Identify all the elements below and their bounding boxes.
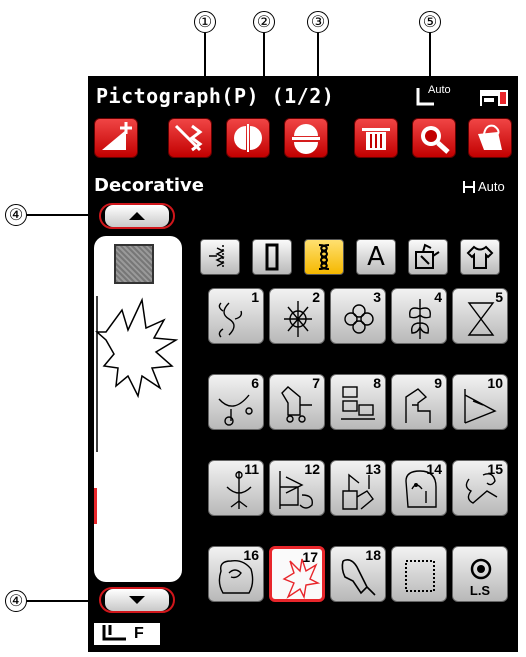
pattern-number: 14 <box>426 461 442 477</box>
pattern-label: L.S <box>469 583 491 598</box>
delete-button[interactable] <box>354 118 398 158</box>
presser-foot-letter: F <box>134 625 144 642</box>
pattern-button[interactable]: 1 <box>208 288 264 344</box>
pattern-number: 10 <box>487 375 503 391</box>
personal-memory-button[interactable] <box>468 118 512 158</box>
pattern-button[interactable]: 8 <box>330 374 386 430</box>
mirror-vertical-icon <box>174 124 203 152</box>
tab-satin[interactable] <box>252 239 292 275</box>
callout-4-top: ④ <box>5 204 27 226</box>
pattern-number: 4 <box>434 289 442 305</box>
zoom-icon <box>421 126 450 154</box>
pattern-number: 15 <box>487 461 503 477</box>
stitch-pattern-icon <box>282 558 321 600</box>
pattern-button[interactable] <box>391 546 447 602</box>
satin-icon <box>265 243 279 271</box>
pattern-number: 6 <box>251 375 259 391</box>
pattern-button[interactable]: 14 <box>391 460 447 516</box>
presser-foot-auto-icon: Auto <box>414 84 484 110</box>
tab-quilt[interactable] <box>408 239 448 275</box>
presser-foot-icon <box>102 625 126 641</box>
pattern-button[interactable]: 17 <box>269 546 325 602</box>
pattern-button[interactable]: 18 <box>330 546 386 602</box>
zoom-button[interactable] <box>412 118 456 158</box>
header-auto-label: Auto <box>428 84 451 96</box>
tab-letters[interactable]: A <box>356 239 396 275</box>
mirror-vertical-button[interactable] <box>168 118 212 158</box>
screen-title: Pictograph(P) (1/2) <box>96 84 335 108</box>
letters-icon: A <box>367 242 385 272</box>
pattern-number: 5 <box>495 289 503 305</box>
tab-decorative[interactable] <box>304 239 344 275</box>
callout-1: ① <box>194 11 216 33</box>
scroll-down-button[interactable] <box>105 589 169 611</box>
decorative-icon <box>318 244 330 270</box>
pattern-number: 9 <box>434 375 442 391</box>
pattern-button[interactable]: 5 <box>452 288 508 344</box>
pattern-number: 1 <box>251 289 259 305</box>
pattern-button[interactable]: 4 <box>391 288 447 344</box>
pattern-number: 17 <box>302 549 318 565</box>
callout-3: ③ <box>307 11 329 33</box>
pattern-number: 18 <box>365 547 381 563</box>
pattern-number: 13 <box>365 461 381 477</box>
arrow-down-icon <box>129 596 145 604</box>
callout-4-bottom: ④ <box>5 590 27 612</box>
pattern-number: 12 <box>304 461 320 477</box>
pattern-button[interactable]: 11 <box>208 460 264 516</box>
pattern-button[interactable]: 2 <box>269 288 325 344</box>
pattern-button[interactable]: 15 <box>452 460 508 516</box>
twin-needle-button[interactable] <box>284 118 328 158</box>
stitch-pattern-icon <box>405 560 435 592</box>
elongation-icon <box>102 122 132 150</box>
pattern-button[interactable]: 6 <box>208 374 264 430</box>
callout-5: ⑤ <box>419 11 441 33</box>
pattern-number: 2 <box>312 289 320 305</box>
tab-garment[interactable] <box>460 239 500 275</box>
pattern-button[interactable]: 7 <box>269 374 325 430</box>
pattern-button[interactable]: 13 <box>330 460 386 516</box>
buttonhole-icon <box>209 245 225 269</box>
quilt-icon <box>415 243 440 269</box>
pattern-preview-panel <box>94 236 182 582</box>
pattern-number: 11 <box>244 461 259 477</box>
auto-thread-tension-icon: Auto <box>462 179 505 200</box>
pattern-button[interactable]: 3 <box>330 288 386 344</box>
sewing-machine-screen: Pictograph(P) (1/2) Auto Decorative Auto <box>88 76 518 652</box>
arrow-up-icon <box>129 212 145 220</box>
pattern-number: 3 <box>373 289 381 305</box>
garment-icon <box>466 245 494 269</box>
pattern-button[interactable]: L.S <box>452 546 508 602</box>
tab-buttonhole[interactable] <box>200 239 240 275</box>
mirror-horizontal-button[interactable] <box>226 118 270 158</box>
pattern-number: 8 <box>373 375 381 391</box>
pattern-button[interactable]: 10 <box>452 374 508 430</box>
bag-icon <box>478 124 502 150</box>
category-label: Decorative <box>94 175 204 196</box>
pattern-button[interactable]: 12 <box>269 460 325 516</box>
twin-needle-icon <box>292 124 320 154</box>
pattern-button[interactable]: 9 <box>391 374 447 430</box>
pattern-button[interactable]: 16 <box>208 546 264 602</box>
pattern-number: 16 <box>243 547 259 563</box>
pattern-number: 7 <box>312 375 320 391</box>
machine-icon <box>478 84 512 113</box>
presser-foot-indicator: F <box>94 623 160 645</box>
section-auto-label: Auto <box>478 179 505 194</box>
mirror-horizontal-icon <box>234 124 262 152</box>
callout-2: ② <box>253 11 275 33</box>
delete-icon <box>362 128 390 150</box>
elongation-button[interactable] <box>94 118 138 158</box>
preview-leaf-stitch <box>94 296 179 524</box>
scroll-up-button[interactable] <box>105 205 169 227</box>
